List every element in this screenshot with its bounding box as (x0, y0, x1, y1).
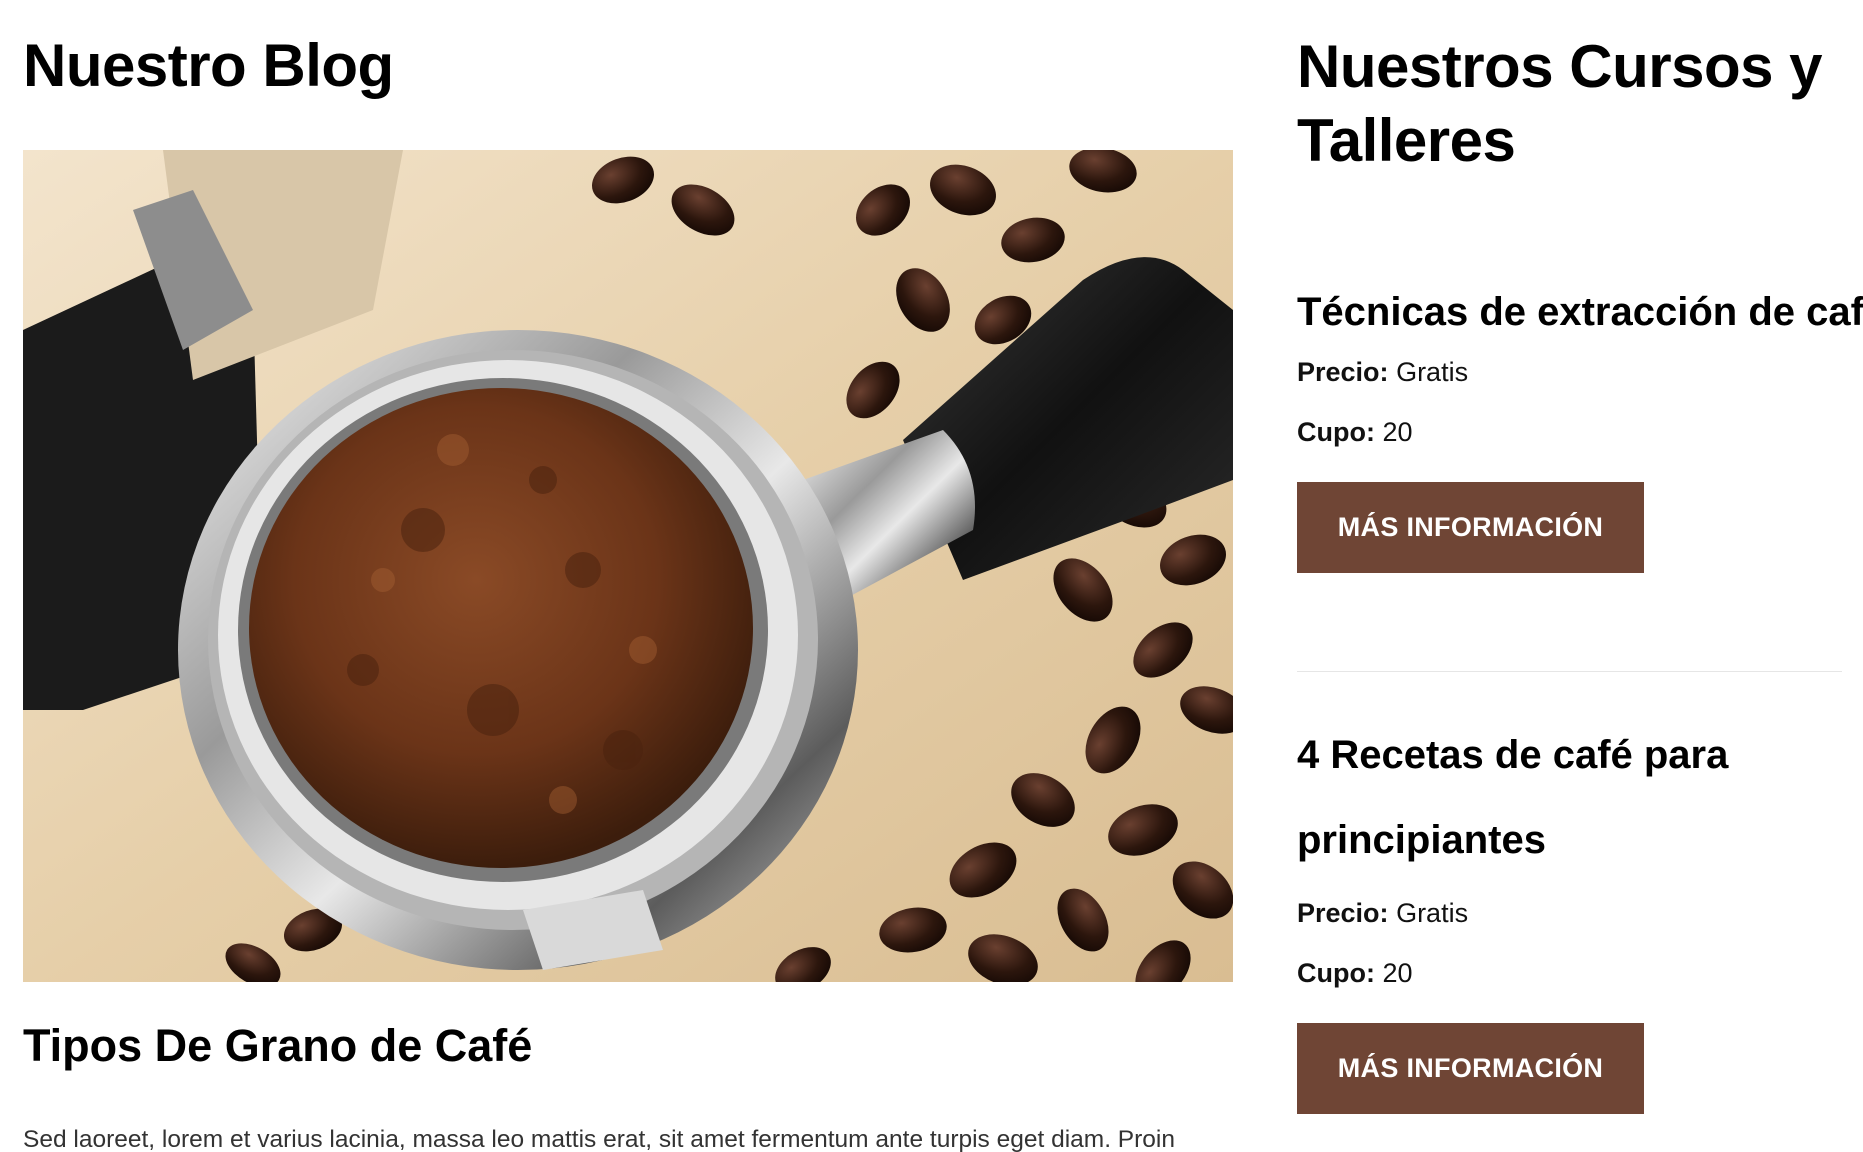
slots-value: 20 (1382, 958, 1413, 988)
price-value: Gratis (1396, 898, 1469, 928)
course-card: 4 Recetas de café para principiantes Pre… (1297, 725, 1842, 1114)
blog-post-title[interactable]: Tipos De Grano de Café (23, 1018, 532, 1074)
price-value: Gratis (1396, 357, 1469, 387)
page: Nuestro Blog Tipos De Grano de Café Sed … (0, 0, 1863, 1152)
more-info-button[interactable]: MÁS INFORMACIÓN (1297, 1023, 1644, 1114)
slots-label: Cupo: (1297, 417, 1375, 447)
blog-post-image[interactable] (23, 150, 1233, 982)
course-title: 4 Recetas de café para principiantes (1297, 733, 1729, 862)
slots-label: Cupo: (1297, 958, 1375, 988)
courses-heading: Nuestros Cursos y Talleres (1297, 33, 1823, 174)
blog-post-excerpt: Sed laoreet, lorem et varius lacinia, ma… (23, 1126, 1176, 1152)
course-title: Técnicas de extracción de café (1297, 290, 1863, 334)
course-price: Precio: Gratis (1297, 342, 1842, 402)
course-card: Técnicas de extracción de café Precio: G… (1297, 282, 1863, 573)
price-label: Precio: (1297, 357, 1389, 387)
blog-heading: Nuestro Blog (23, 32, 394, 99)
coffee-portafilter-illustration (23, 150, 1233, 982)
price-label: Precio: (1297, 898, 1389, 928)
slots-value: 20 (1382, 417, 1413, 447)
more-info-button[interactable]: MÁS INFORMACIÓN (1297, 482, 1644, 573)
course-slots: Cupo: 20 (1297, 402, 1842, 462)
course-slots: Cupo: 20 (1297, 943, 1842, 1003)
course-divider (1297, 671, 1842, 672)
course-price: Precio: Gratis (1297, 883, 1842, 943)
